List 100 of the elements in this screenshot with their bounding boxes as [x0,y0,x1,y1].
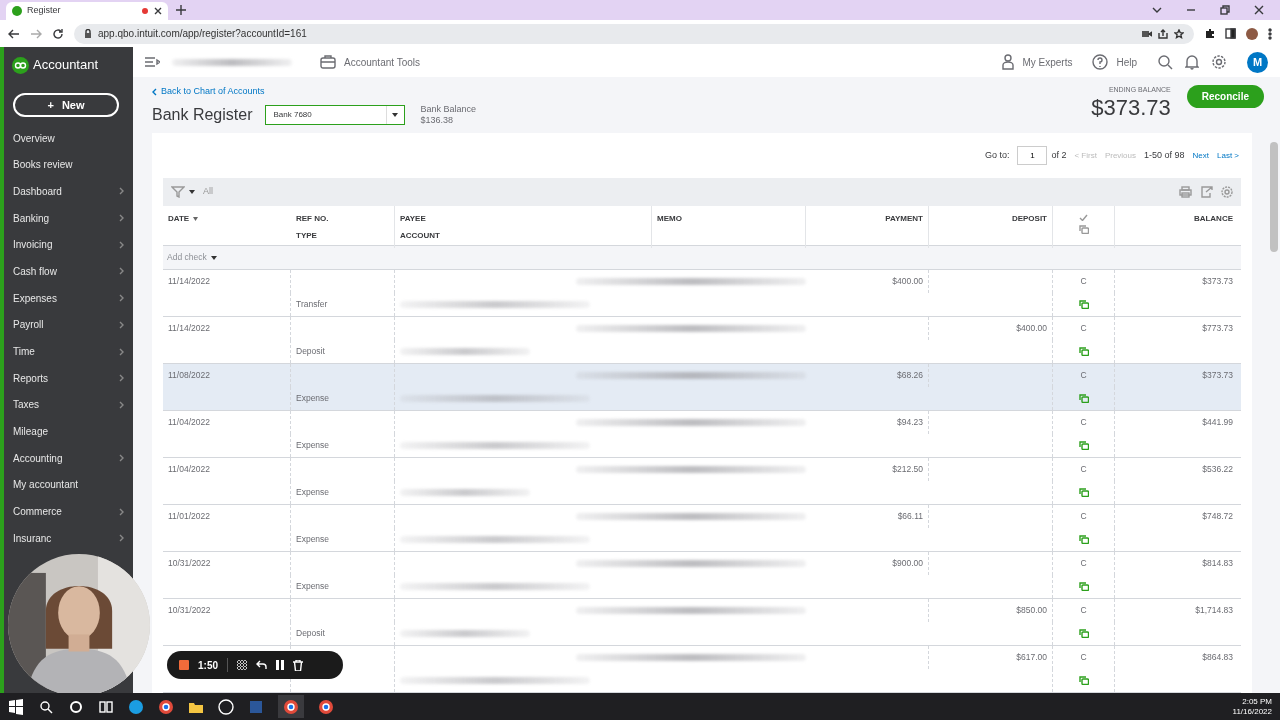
puzzle-icon[interactable] [1204,28,1215,39]
column-header[interactable]: BALANCE [1193,214,1233,223]
goto-label: Go to: [984,148,1010,162]
sidebar-item[interactable]: Reports [4,371,133,386]
close-icon[interactable] [1254,5,1264,15]
sidebar-item[interactable]: Expenses [4,291,133,306]
more-icon[interactable] [1268,27,1272,40]
register-row[interactable]: 10/31/2022 $850.00 C $1,714.83 Deposit [163,599,1241,646]
plus-icon[interactable] [176,5,186,16]
sidebar-item[interactable]: Commerce [4,504,133,519]
sidebar-item[interactable]: Cash flow [4,264,133,279]
site-icon [12,6,22,16]
column-header[interactable]: TYPE [296,231,317,240]
accountant-tools-link[interactable]: Accountant Tools [320,54,420,70]
register-row[interactable]: 11/04/2022 $212.50 C $536.22 Expense [163,458,1241,505]
share-icon[interactable] [1158,28,1168,39]
settings-icon[interactable] [1211,54,1227,71]
search-icon[interactable] [38,698,54,715]
scrollbar[interactable] [1270,142,1278,252]
account-select[interactable]: Bank 7680 [264,104,405,125]
register-row[interactable]: 11/14/2022 $400.00 C $373.73 Transfer [163,270,1241,317]
bell-icon[interactable] [1185,54,1199,71]
user-avatar[interactable]: M [1247,51,1268,73]
task-view-icon[interactable] [98,698,114,715]
column-header[interactable]: REF NO. [296,214,329,223]
copy-icon[interactable] [1078,629,1089,638]
circle-icon[interactable] [68,698,84,715]
browser-icon[interactable] [158,698,174,715]
column-header[interactable]: ACCOUNT [400,231,440,240]
windows-icon[interactable] [8,698,24,715]
sidebar-item[interactable]: Books review [4,157,133,172]
new-button[interactable]: + New [13,93,119,117]
sidebar-item[interactable]: Invoicing [4,237,133,252]
profile-avatar-icon[interactable] [1246,27,1258,40]
sidebar-item[interactable]: My accountant [4,477,133,492]
column-header[interactable]: DEPOSIT [1011,214,1047,223]
copy-icon[interactable] [1078,535,1089,544]
reload-icon[interactable] [52,27,64,40]
next-link[interactable]: Next [1192,149,1209,162]
copy-icon[interactable] [1078,488,1089,497]
sidebar-item[interactable]: Mileage [4,424,133,439]
sidebar-item[interactable]: Insuranc [4,531,133,546]
sidebar-item[interactable]: Banking [4,211,133,226]
column-header[interactable]: PAYMENT [885,214,923,223]
copy-icon[interactable] [1078,441,1089,450]
copy-icon[interactable] [1078,347,1089,356]
last-link[interactable]: Last > [1217,149,1239,162]
browser-icon[interactable] [318,698,334,715]
grid-icon[interactable] [237,660,247,670]
restore-icon[interactable] [1220,5,1230,15]
pause-icon[interactable] [276,660,284,670]
column-header[interactable]: DATE [168,210,190,227]
menu-icon[interactable] [145,57,160,68]
trash-icon[interactable] [293,659,303,671]
balance-cell: $748.72 [1202,510,1233,523]
copy-icon[interactable] [1078,300,1089,309]
balance-cell: $814.83 [1202,557,1233,570]
close-icon[interactable] [154,7,162,15]
register-row[interactable]: 10/31/2022 $900.00 C $814.83 Expense [163,552,1241,599]
column-header[interactable]: PAYEE [400,214,426,223]
column-header[interactable]: MEMO [657,214,682,223]
register-row[interactable]: 11/01/2022 $66.11 C $748.72 Expense [163,505,1241,552]
side-panel-icon[interactable] [1225,28,1236,39]
dell-icon[interactable] [218,698,234,715]
my-experts-link[interactable]: My Experts [1002,54,1073,71]
sidebar-item[interactable]: Taxes [4,397,133,412]
payment-cell: $94.23 [897,416,923,429]
copy-icon[interactable] [1078,582,1089,591]
chevron-down-icon[interactable] [1152,6,1162,14]
payment-cell: $212.50 [892,463,923,476]
sidebar-item[interactable]: Time [4,344,133,359]
cleared-status: C [1080,416,1087,429]
date-cell: 11/04/2022 [168,463,210,476]
caret-down-icon [210,255,217,260]
page-input[interactable]: 1 [1017,146,1048,165]
sidebar-item[interactable]: Accounting [4,451,133,466]
copy-icon[interactable] [1078,676,1089,685]
balance-cell: $773.73 [1202,322,1233,335]
type-cell: Expense [296,392,330,405]
balance-cell: $373.73 [1202,275,1233,288]
browser-icon[interactable] [283,699,299,716]
clock-time: 2:05 PM [1242,696,1272,707]
deposit-cell: $400.00 [1016,322,1047,335]
copy-icon[interactable] [1078,394,1089,403]
chevron-right-icon [119,294,124,303]
help-link[interactable]: Help [1092,54,1137,71]
caret-down-icon [189,190,195,194]
register-row[interactable]: 11/08/2022 $68.26 C $373.73 Expense [163,364,1241,411]
chevron-right-icon [119,400,124,409]
register-row[interactable]: 11/04/2022 $94.23 C $441.99 Expense [163,411,1241,458]
star-icon[interactable] [1174,28,1184,39]
undo-icon[interactable] [256,660,267,670]
back-link[interactable]: Back to Chart of Accounts [152,85,477,99]
address-bar[interactable]: app.qbo.intuit.com/app/register?accountId=161 [74,23,1194,44]
date-cell: 11/04/2022 [168,416,210,429]
sidebar-item[interactable]: Dashboard [4,184,133,199]
back-icon[interactable] [8,28,20,39]
minimize-icon[interactable] [1186,6,1196,14]
sidebar-item[interactable]: Overview [4,131,133,145]
sidebar-item[interactable]: Payroll [4,317,133,332]
